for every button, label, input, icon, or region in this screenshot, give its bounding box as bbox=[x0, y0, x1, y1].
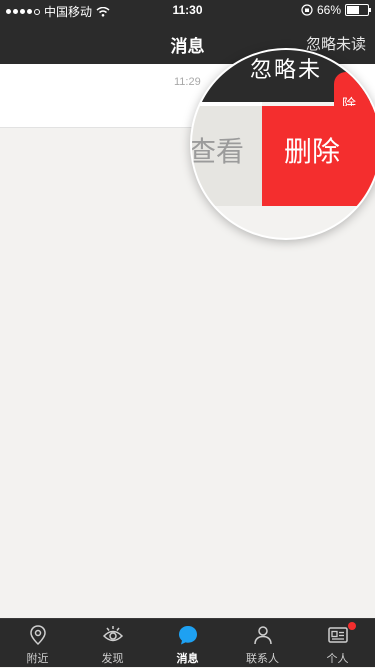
tab-bar: 附近 发现 消息 联系人 个人 bbox=[0, 618, 375, 667]
chat-bubble-icon bbox=[179, 626, 197, 645]
tab-discover[interactable]: 发现 bbox=[75, 619, 150, 668]
tab-label: 发现 bbox=[101, 653, 124, 665]
orientation-lock-icon bbox=[301, 4, 313, 16]
magnified-nav-action: 忽略未 bbox=[250, 57, 323, 82]
id-card-icon bbox=[328, 627, 348, 643]
person-icon bbox=[254, 626, 272, 645]
status-bar: 中国移动 11:30 66% bbox=[0, 0, 375, 20]
tab-profile[interactable]: 个人 bbox=[300, 619, 375, 668]
tab-label: 联系人 bbox=[246, 653, 279, 665]
tab-messages[interactable]: 消息 bbox=[150, 619, 225, 668]
tab-nearby[interactable]: 附近 bbox=[0, 619, 75, 668]
magnifier-overlay: 忽略未 除 查看 删除 bbox=[190, 48, 375, 240]
tab-contacts[interactable]: 联系人 bbox=[225, 619, 300, 668]
tab-label: 个人 bbox=[326, 653, 349, 665]
eye-icon bbox=[102, 626, 124, 642]
status-right: 66% bbox=[301, 3, 371, 17]
tab-label: 消息 bbox=[176, 653, 199, 665]
delete-action-button[interactable]: 删除 bbox=[262, 106, 375, 206]
notification-badge bbox=[348, 622, 356, 630]
view-action-label: 查看 bbox=[190, 136, 245, 167]
tab-label: 附近 bbox=[26, 653, 49, 665]
battery-icon bbox=[345, 4, 371, 16]
delete-action-label: 删除 bbox=[284, 136, 341, 167]
view-action-button[interactable]: 查看 bbox=[192, 106, 262, 206]
location-pin-icon bbox=[30, 625, 46, 646]
battery-percent: 66% bbox=[316, 3, 341, 17]
